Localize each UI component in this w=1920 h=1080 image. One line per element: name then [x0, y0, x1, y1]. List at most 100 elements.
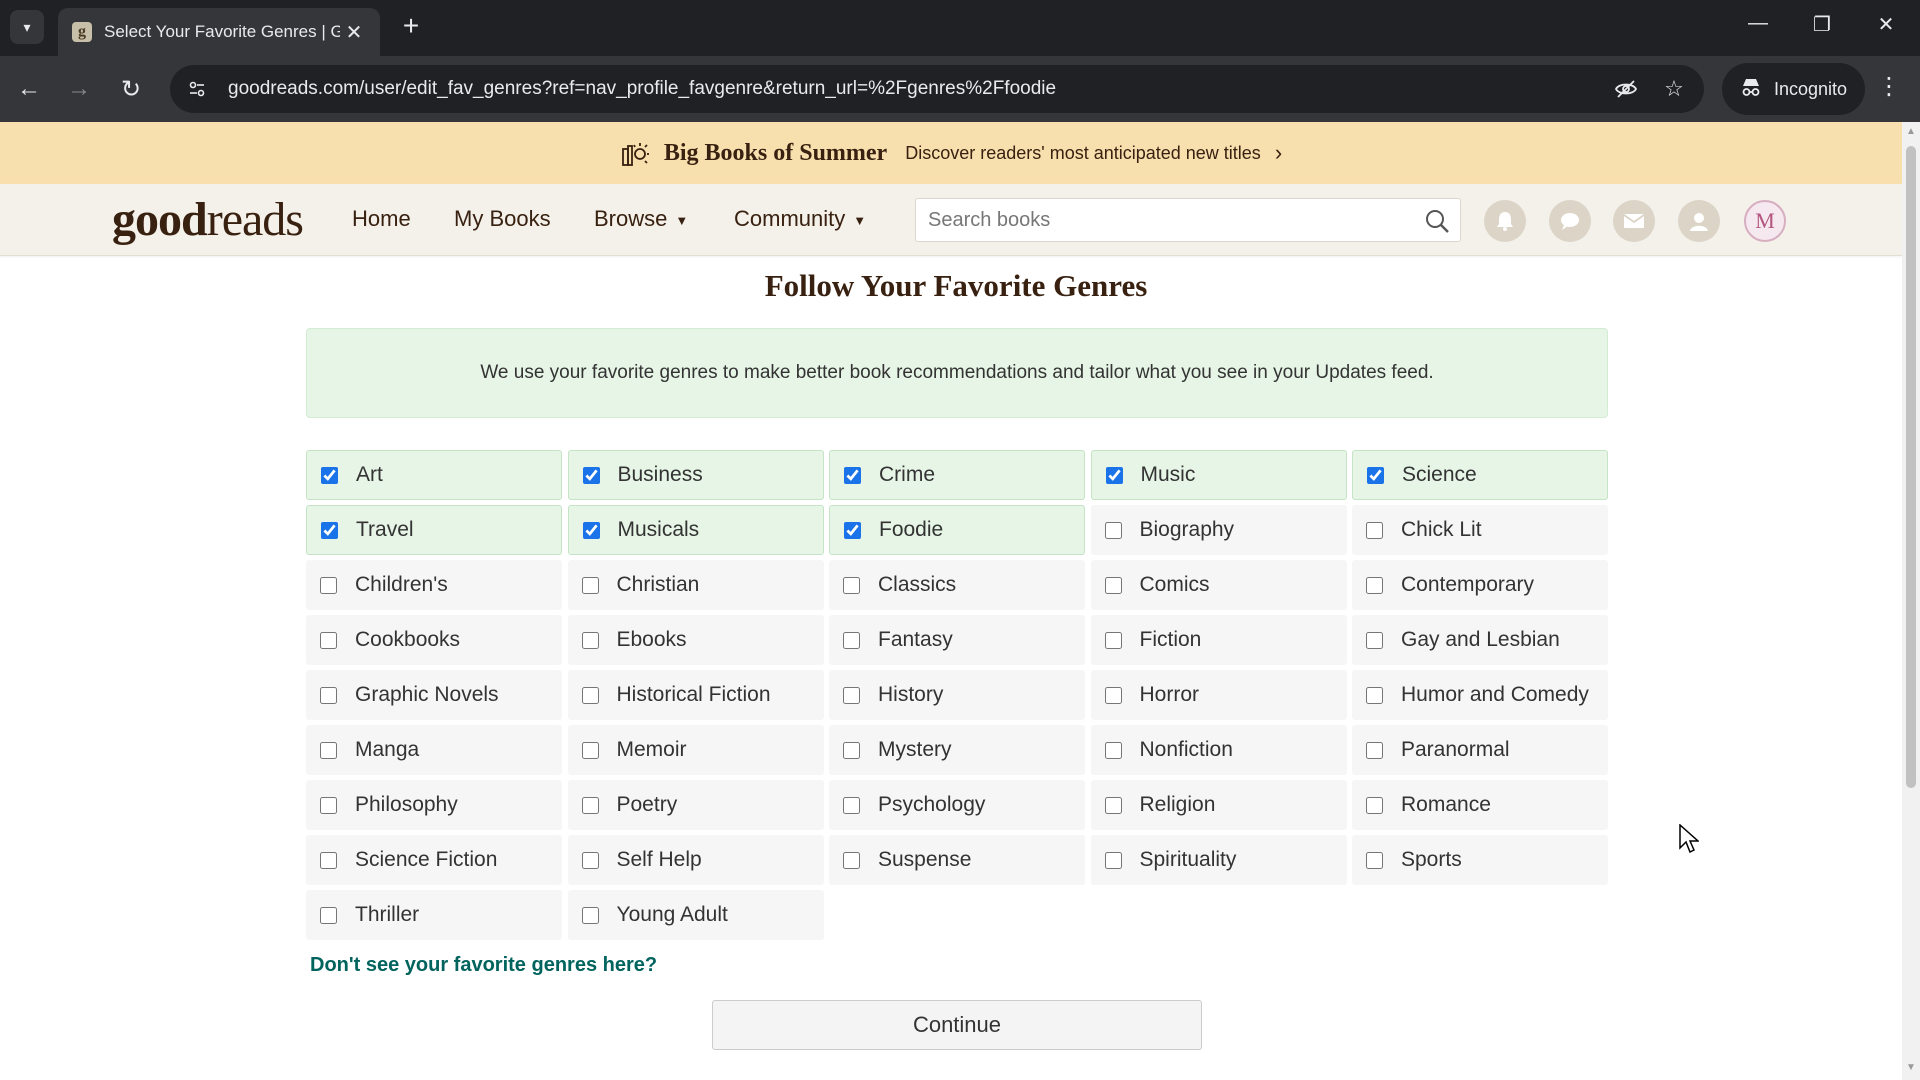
new-tab-plus-icon[interactable]: +: [396, 12, 426, 42]
url-text[interactable]: goodreads.com/user/edit_fav_genres?ref=n…: [228, 78, 1056, 100]
genre-checkbox[interactable]: [1105, 466, 1123, 484]
scroll-down-arrow-icon[interactable]: ▼: [1906, 1062, 1916, 1073]
genre-checkbox[interactable]: [1104, 631, 1122, 649]
genre-option[interactable]: Fantasy: [829, 615, 1085, 665]
promo-title[interactable]: Big Books of Summer: [664, 140, 887, 167]
genre-checkbox[interactable]: [321, 466, 338, 484]
genre-option[interactable]: History: [829, 670, 1085, 720]
genre-option[interactable]: Poetry: [567, 780, 824, 830]
genre-checkbox[interactable]: [1104, 576, 1122, 594]
genre-option[interactable]: Comics: [1090, 560, 1347, 610]
genre-option[interactable]: Christian: [567, 560, 824, 610]
back-arrow-icon[interactable]: ←: [12, 72, 46, 106]
genre-checkbox[interactable]: [320, 851, 337, 869]
genre-option[interactable]: Science: [1352, 450, 1608, 500]
chevron-right-icon[interactable]: ›: [1275, 140, 1282, 166]
nav-my-books[interactable]: My Books: [454, 206, 551, 232]
genre-checkbox[interactable]: [320, 741, 337, 759]
genre-checkbox[interactable]: [1104, 521, 1122, 539]
genre-checkbox[interactable]: [844, 466, 861, 484]
genre-checkbox[interactable]: [320, 576, 337, 594]
genre-checkbox[interactable]: [581, 796, 599, 814]
genre-option[interactable]: Spirituality: [1090, 835, 1347, 885]
genre-option[interactable]: Young Adult: [567, 890, 824, 940]
nav-home[interactable]: Home: [352, 206, 411, 232]
address-bar[interactable]: goodreads.com/user/edit_fav_genres?ref=n…: [170, 65, 1704, 113]
genre-option[interactable]: Philosophy: [306, 780, 562, 830]
nav-browse[interactable]: Browse ▼: [594, 206, 688, 232]
genre-option[interactable]: Suspense: [829, 835, 1085, 885]
close-window-icon[interactable]: ✕: [1866, 12, 1906, 37]
genre-checkbox[interactable]: [320, 631, 337, 649]
forward-arrow-icon[interactable]: →: [62, 72, 96, 106]
genre-option[interactable]: Classics: [829, 560, 1085, 610]
genre-checkbox[interactable]: [581, 741, 599, 759]
minimize-icon[interactable]: —: [1738, 12, 1778, 35]
genre-option[interactable]: Gay and Lesbian: [1352, 615, 1608, 665]
missing-genres-link[interactable]: Don't see your favorite genres here?: [310, 954, 657, 977]
continue-button[interactable]: Continue: [712, 1000, 1202, 1050]
scroll-up-arrow-icon[interactable]: ▲: [1906, 126, 1916, 137]
genre-option[interactable]: Humor and Comedy: [1352, 670, 1608, 720]
genre-checkbox[interactable]: [321, 521, 338, 539]
genre-option[interactable]: Historical Fiction: [567, 670, 824, 720]
genre-option[interactable]: Crime: [829, 450, 1085, 500]
genre-option[interactable]: Horror: [1090, 670, 1347, 720]
browser-tab[interactable]: g Select Your Favorite Genres | Gc ✕: [58, 8, 380, 56]
genre-option[interactable]: Fiction: [1090, 615, 1347, 665]
genre-option[interactable]: Travel: [306, 505, 562, 555]
genre-checkbox[interactable]: [581, 851, 599, 869]
genre-checkbox[interactable]: [1104, 851, 1122, 869]
promo-subtitle[interactable]: Discover readers' most anticipated new t…: [905, 143, 1261, 164]
genre-option[interactable]: Paranormal: [1352, 725, 1608, 775]
promo-banner[interactable]: Big Books of Summer Discover readers' mo…: [0, 122, 1902, 184]
scrollbar-thumb[interactable]: [1906, 146, 1916, 788]
genre-option[interactable]: Romance: [1352, 780, 1608, 830]
notification-bell-icon[interactable]: [1484, 200, 1526, 242]
genre-checkbox[interactable]: [581, 631, 599, 649]
genre-checkbox[interactable]: [1366, 741, 1383, 759]
search-input[interactable]: [916, 208, 1406, 232]
genre-checkbox[interactable]: [1366, 576, 1383, 594]
genre-option[interactable]: Graphic Novels: [306, 670, 562, 720]
genre-option[interactable]: Science Fiction: [306, 835, 562, 885]
genre-option[interactable]: Contemporary: [1352, 560, 1608, 610]
search-icon[interactable]: [1424, 208, 1450, 234]
genre-option[interactable]: Thriller: [306, 890, 562, 940]
genre-checkbox[interactable]: [1104, 796, 1122, 814]
genre-option[interactable]: Memoir: [567, 725, 824, 775]
genre-checkbox[interactable]: [581, 576, 599, 594]
close-tab-icon[interactable]: ✕: [342, 20, 366, 45]
genre-option[interactable]: Music: [1090, 450, 1347, 500]
genre-checkbox[interactable]: [1366, 796, 1383, 814]
genre-checkbox[interactable]: [843, 576, 860, 594]
genre-option[interactable]: Mystery: [829, 725, 1085, 775]
genre-option[interactable]: Foodie: [829, 505, 1085, 555]
genre-option[interactable]: Chick Lit: [1352, 505, 1608, 555]
discussions-icon[interactable]: [1549, 200, 1591, 242]
genre-checkbox[interactable]: [843, 741, 860, 759]
genre-option[interactable]: Ebooks: [567, 615, 824, 665]
avatar[interactable]: M: [1744, 200, 1786, 242]
genre-checkbox[interactable]: [582, 521, 600, 539]
genre-option[interactable]: Manga: [306, 725, 562, 775]
goodreads-logo[interactable]: goodreads: [112, 192, 304, 247]
genre-checkbox[interactable]: [581, 686, 599, 704]
genre-checkbox[interactable]: [320, 796, 337, 814]
nav-community[interactable]: Community ▼: [734, 206, 866, 232]
genre-checkbox[interactable]: [843, 631, 860, 649]
genre-checkbox[interactable]: [843, 796, 860, 814]
genre-option[interactable]: Biography: [1090, 505, 1347, 555]
chevron-down-icon[interactable]: ▾: [10, 10, 44, 44]
restore-window-icon[interactable]: ❐: [1802, 12, 1842, 37]
genre-checkbox[interactable]: [843, 686, 860, 704]
genre-option[interactable]: Business: [567, 450, 824, 500]
genre-checkbox[interactable]: [320, 686, 337, 704]
genre-option[interactable]: Religion: [1090, 780, 1347, 830]
browser-menu-icon[interactable]: ⋮: [1872, 72, 1906, 106]
genre-option[interactable]: Cookbooks: [306, 615, 562, 665]
genre-checkbox[interactable]: [1104, 741, 1122, 759]
genre-checkbox[interactable]: [1366, 521, 1383, 539]
genre-checkbox[interactable]: [1366, 851, 1383, 869]
genre-option[interactable]: Psychology: [829, 780, 1085, 830]
